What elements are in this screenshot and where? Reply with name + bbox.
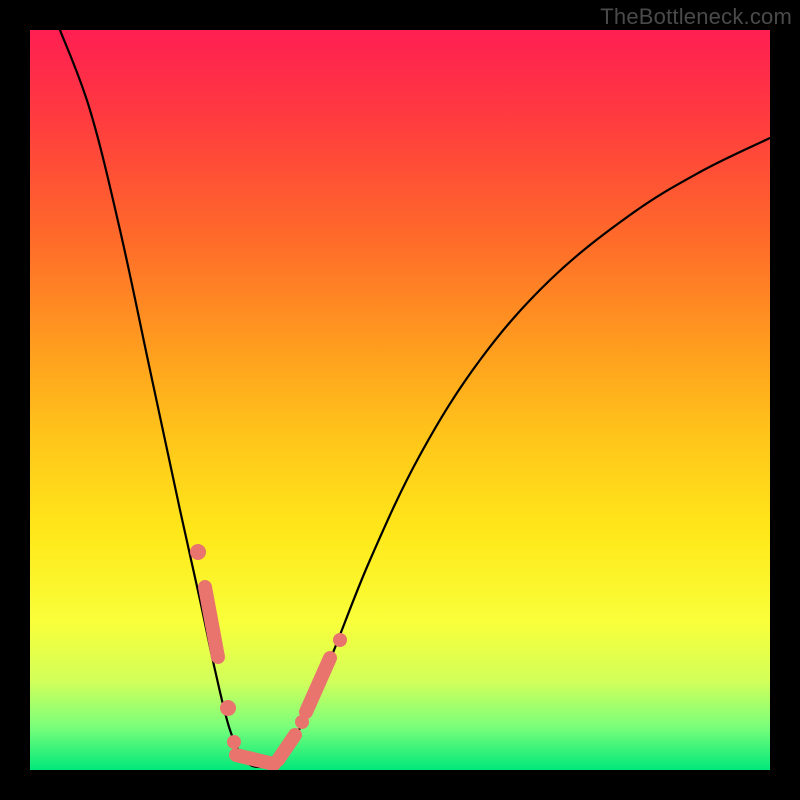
marker-dot-4 — [333, 633, 347, 647]
marker-segment-0 — [205, 587, 218, 657]
marker-layer — [190, 544, 347, 764]
watermark-text: TheBottleneck.com — [600, 4, 792, 30]
marker-segment-1 — [278, 735, 295, 760]
chart-overlay-svg — [30, 30, 770, 770]
plot-area — [30, 30, 770, 770]
bottleneck-curve — [60, 30, 770, 767]
marker-dot-1 — [220, 700, 236, 716]
marker-segment-2 — [306, 658, 330, 712]
curve-layer — [60, 30, 770, 767]
marker-dot-0 — [190, 544, 206, 560]
chart-frame: TheBottleneck.com — [0, 0, 800, 800]
marker-dot-2 — [227, 735, 241, 749]
marker-dot-3 — [295, 715, 309, 729]
marker-segment-3 — [236, 755, 274, 764]
